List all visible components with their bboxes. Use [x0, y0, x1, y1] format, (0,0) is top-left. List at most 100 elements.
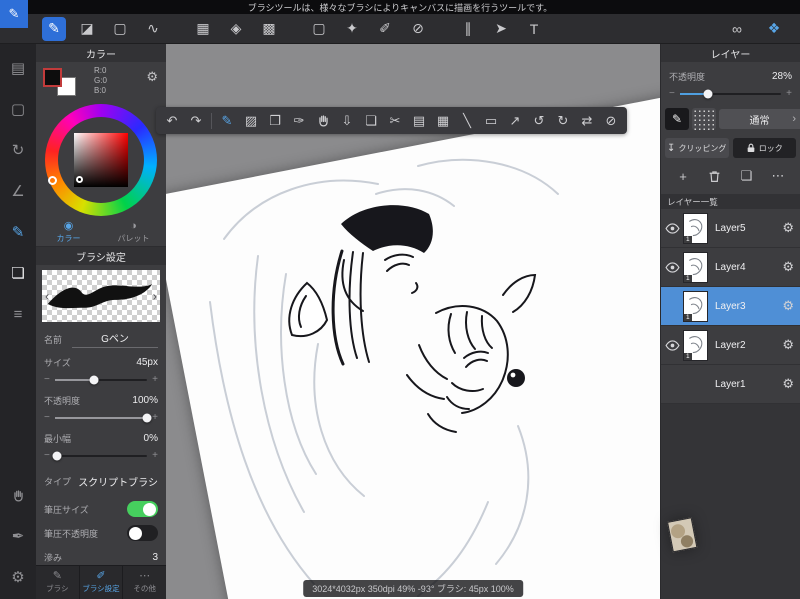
layer-visibility-toggle[interactable]	[661, 262, 683, 273]
marquee-select-tool[interactable]: ▢	[108, 17, 132, 41]
duplicate-layer-button[interactable]: ❏	[736, 166, 756, 186]
polyline-tool[interactable]: ∿	[141, 17, 165, 41]
list-icon[interactable]: ≡	[6, 302, 30, 326]
line-tool-icon[interactable]: ╲	[458, 112, 476, 130]
draw-mode-icon[interactable]: ✎	[218, 112, 236, 130]
rotate-right-icon[interactable]: ↻	[554, 112, 572, 130]
slider-minus[interactable]: −	[44, 413, 50, 423]
gradient-tool[interactable]: ▩	[257, 17, 281, 41]
slider-handle[interactable]	[703, 89, 713, 99]
lock-button[interactable]: ロック	[732, 138, 796, 158]
layer-menu-button[interactable]: ⋯	[768, 166, 788, 186]
brush-name-value[interactable]: Gペン	[72, 330, 158, 348]
fill-tool[interactable]: ▦	[191, 17, 215, 41]
brush-size-slider[interactable]: − +	[44, 374, 158, 386]
tab-brush[interactable]: ✎ ブラシ	[36, 566, 80, 599]
brush-preview[interactable]: ‹ ›	[42, 270, 160, 322]
slider-handle[interactable]	[142, 413, 152, 423]
pressure-size-toggle[interactable]	[127, 501, 158, 517]
ruler-icon[interactable]: ∠	[6, 179, 30, 203]
layer-settings-icon[interactable]: ⚙	[782, 376, 794, 392]
bucket-tool[interactable]: ◈	[224, 17, 248, 41]
clipping-button[interactable]: ↧ クリッピング	[665, 138, 729, 158]
grid-icon[interactable]: ▦	[434, 112, 452, 130]
redo-icon[interactable]: ↷	[187, 112, 205, 130]
blend-mode-select[interactable]: 通常 ›	[719, 109, 800, 129]
brush-opacity-slider[interactable]: − +	[44, 412, 158, 424]
pages-icon[interactable]: ▤	[6, 56, 30, 80]
select-panel-icon[interactable]: ▢	[6, 97, 30, 121]
layer-settings-icon[interactable]: ⚙	[782, 259, 794, 275]
brush-minwidth-slider[interactable]: − +	[44, 450, 158, 462]
hand-icon[interactable]	[314, 112, 332, 130]
slider-track[interactable]	[52, 451, 148, 461]
pressure-opacity-toggle[interactable]	[127, 525, 158, 541]
select-pen-tool[interactable]: ✐	[373, 17, 397, 41]
stylus-icon[interactable]: ✒	[6, 524, 30, 548]
undo-icon[interactable]: ↶	[163, 112, 181, 130]
flip-icon[interactable]: ⇄	[578, 112, 596, 130]
text-tool[interactable]: T	[522, 17, 546, 41]
layer-settings-icon[interactable]: ⚙	[782, 220, 794, 236]
cut-icon[interactable]: ✂	[386, 112, 404, 130]
select-eraser-tool[interactable]: ⊘	[406, 17, 430, 41]
color-settings-icon[interactable]: ⚙	[146, 69, 158, 85]
shape-tool-icon[interactable]: ▭	[482, 112, 500, 130]
export-icon[interactable]: ↗	[506, 112, 524, 130]
slider-track[interactable]	[54, 413, 152, 423]
tab-brush-settings[interactable]: ✐ ブラシ設定	[80, 566, 124, 599]
tab-palette[interactable]: ◑ パレット	[101, 218, 166, 246]
paste-icon[interactable]: ▤	[410, 112, 428, 130]
online-share-icon[interactable]: ∞	[725, 17, 749, 41]
rotate-reset-icon[interactable]: ↻	[6, 138, 30, 162]
eraser-tool[interactable]: ◪	[75, 17, 99, 41]
color-wheel[interactable]	[45, 104, 157, 216]
operation-tool[interactable]: ➤	[489, 17, 513, 41]
slider-plus[interactable]: +	[152, 451, 158, 461]
add-layer-button[interactable]: +	[673, 166, 693, 186]
layer-visibility-toggle[interactable]	[661, 223, 683, 234]
slider-handle[interactable]	[52, 451, 62, 461]
sv-indicator[interactable]	[76, 176, 83, 183]
select-rect-tool[interactable]: ▢	[307, 17, 331, 41]
tab-color[interactable]: ◉ カラー	[36, 218, 101, 246]
slider-plus[interactable]: +	[152, 413, 158, 423]
settings-icon[interactable]: ⚙	[6, 565, 30, 589]
tab-others[interactable]: ⋯ その他	[123, 566, 166, 599]
slider-handle[interactable]	[89, 375, 99, 385]
slider-plus[interactable]: +	[786, 89, 792, 99]
layer-settings-icon[interactable]: ⚙	[782, 298, 794, 314]
slider-minus[interactable]: −	[44, 451, 50, 461]
duplicate-icon[interactable]: ❏	[362, 112, 380, 130]
foreground-color-swatch[interactable]	[43, 68, 62, 87]
swap-colors-icon[interactable]: ❐	[266, 112, 284, 130]
snap-tool[interactable]: ∥	[456, 17, 480, 41]
save-icon[interactable]: ⇩	[338, 112, 356, 130]
slider-track[interactable]	[54, 375, 148, 385]
windows-icon[interactable]: ❏	[6, 261, 30, 285]
layer-settings-icon[interactable]: ⚙	[782, 337, 794, 353]
hand-tool-icon[interactable]	[6, 483, 30, 507]
slider-track[interactable]	[679, 89, 782, 99]
material-pen-button[interactable]: ✎	[665, 108, 689, 130]
slider-minus[interactable]: −	[44, 375, 50, 385]
layer-row-layer2[interactable]: 1 Layer2 ⚙	[661, 326, 800, 365]
next-brush-arrow[interactable]: ›	[153, 289, 157, 304]
edit-mode-button[interactable]: ✎	[0, 0, 28, 28]
disable-icon[interactable]: ⊘	[602, 112, 620, 130]
hue-indicator[interactable]	[48, 176, 57, 185]
layer-row-layer3[interactable]: 1 Layer3 ⚙	[661, 287, 800, 326]
layer-row-layer5[interactable]: 1 Layer5 ⚙	[661, 209, 800, 248]
slider-minus[interactable]: −	[669, 89, 675, 99]
layer-row-layer4[interactable]: 1 Layer4 ⚙	[661, 248, 800, 287]
magic-wand-tool[interactable]: ✦	[340, 17, 364, 41]
rotate-left-icon[interactable]: ↺	[530, 112, 548, 130]
layer-visibility-toggle[interactable]	[661, 340, 683, 351]
layer-opacity-slider[interactable]: − +	[669, 88, 792, 100]
prev-brush-arrow[interactable]: ‹	[45, 289, 49, 304]
eyedropper-icon[interactable]: ✑	[290, 112, 308, 130]
material-halftone-button[interactable]	[692, 108, 716, 130]
brush-panel-icon[interactable]: ✎	[6, 220, 30, 244]
panel-layers-icon[interactable]: ❖	[762, 17, 786, 41]
slider-plus[interactable]: +	[152, 375, 158, 385]
